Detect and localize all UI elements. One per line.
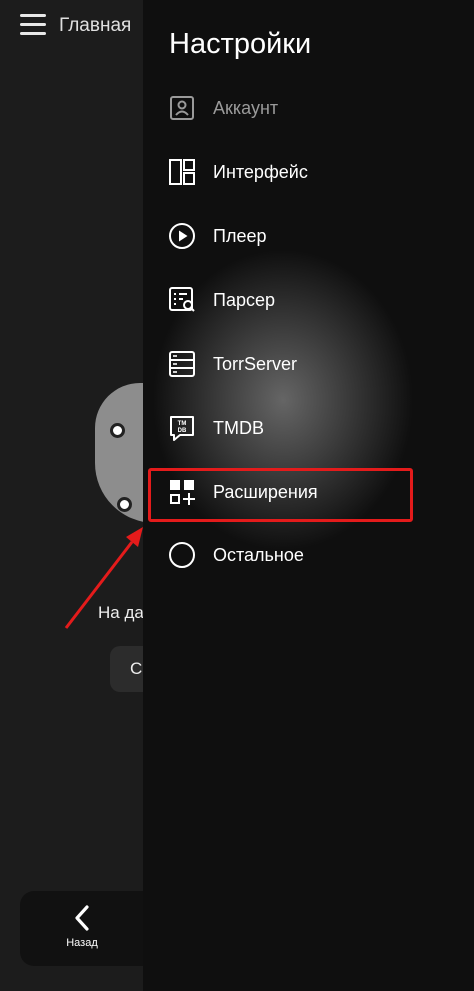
parser-icon: [169, 287, 195, 312]
menu-item-tmdb[interactable]: TM DB TMDB: [163, 404, 463, 452]
menu-item-label: Остальное: [213, 545, 304, 565]
drawer-title: Настройки: [169, 28, 312, 60]
hamburger-menu-icon[interactable]: [20, 14, 46, 38]
mascot-eye: [110, 423, 125, 438]
page-title: Главная: [59, 15, 132, 36]
menu-item-label: Интерфейс: [213, 162, 308, 182]
menu-item-torrserver[interactable]: TorrServer: [163, 340, 463, 388]
account-icon: [170, 96, 194, 120]
menu-item-player[interactable]: Плеер: [163, 212, 463, 260]
menu-item-account[interactable]: Аккаунт: [163, 84, 463, 132]
back-label: Назад: [66, 937, 98, 949]
back-arrow-icon: [75, 905, 89, 931]
menu-item-label: Парсер: [213, 290, 275, 310]
menu-item-label: Аккаунт: [213, 98, 279, 118]
interface-icon: [169, 159, 195, 185]
menu-item-label: TMDB: [213, 418, 264, 438]
empty-state-text: На да: [98, 603, 144, 622]
menu-item-label: Плеер: [213, 226, 267, 246]
player-icon: [169, 223, 195, 249]
menu-item-other[interactable]: Остальное: [163, 531, 463, 579]
menu-item-label: TorrServer: [213, 354, 298, 374]
mascot-eye: [117, 497, 132, 512]
tmdb-icon: TM DB: [170, 416, 194, 441]
other-icon: [169, 542, 195, 568]
svg-text:DB: DB: [178, 428, 187, 434]
svg-text:TM: TM: [178, 421, 187, 427]
back-button[interactable]: Назад: [62, 903, 102, 959]
torrserver-icon: [169, 351, 195, 377]
menu-item-parser[interactable]: Парсер: [163, 276, 463, 324]
highlight-box: [148, 468, 413, 522]
menu-item-interface[interactable]: Интерфейс: [163, 148, 463, 196]
